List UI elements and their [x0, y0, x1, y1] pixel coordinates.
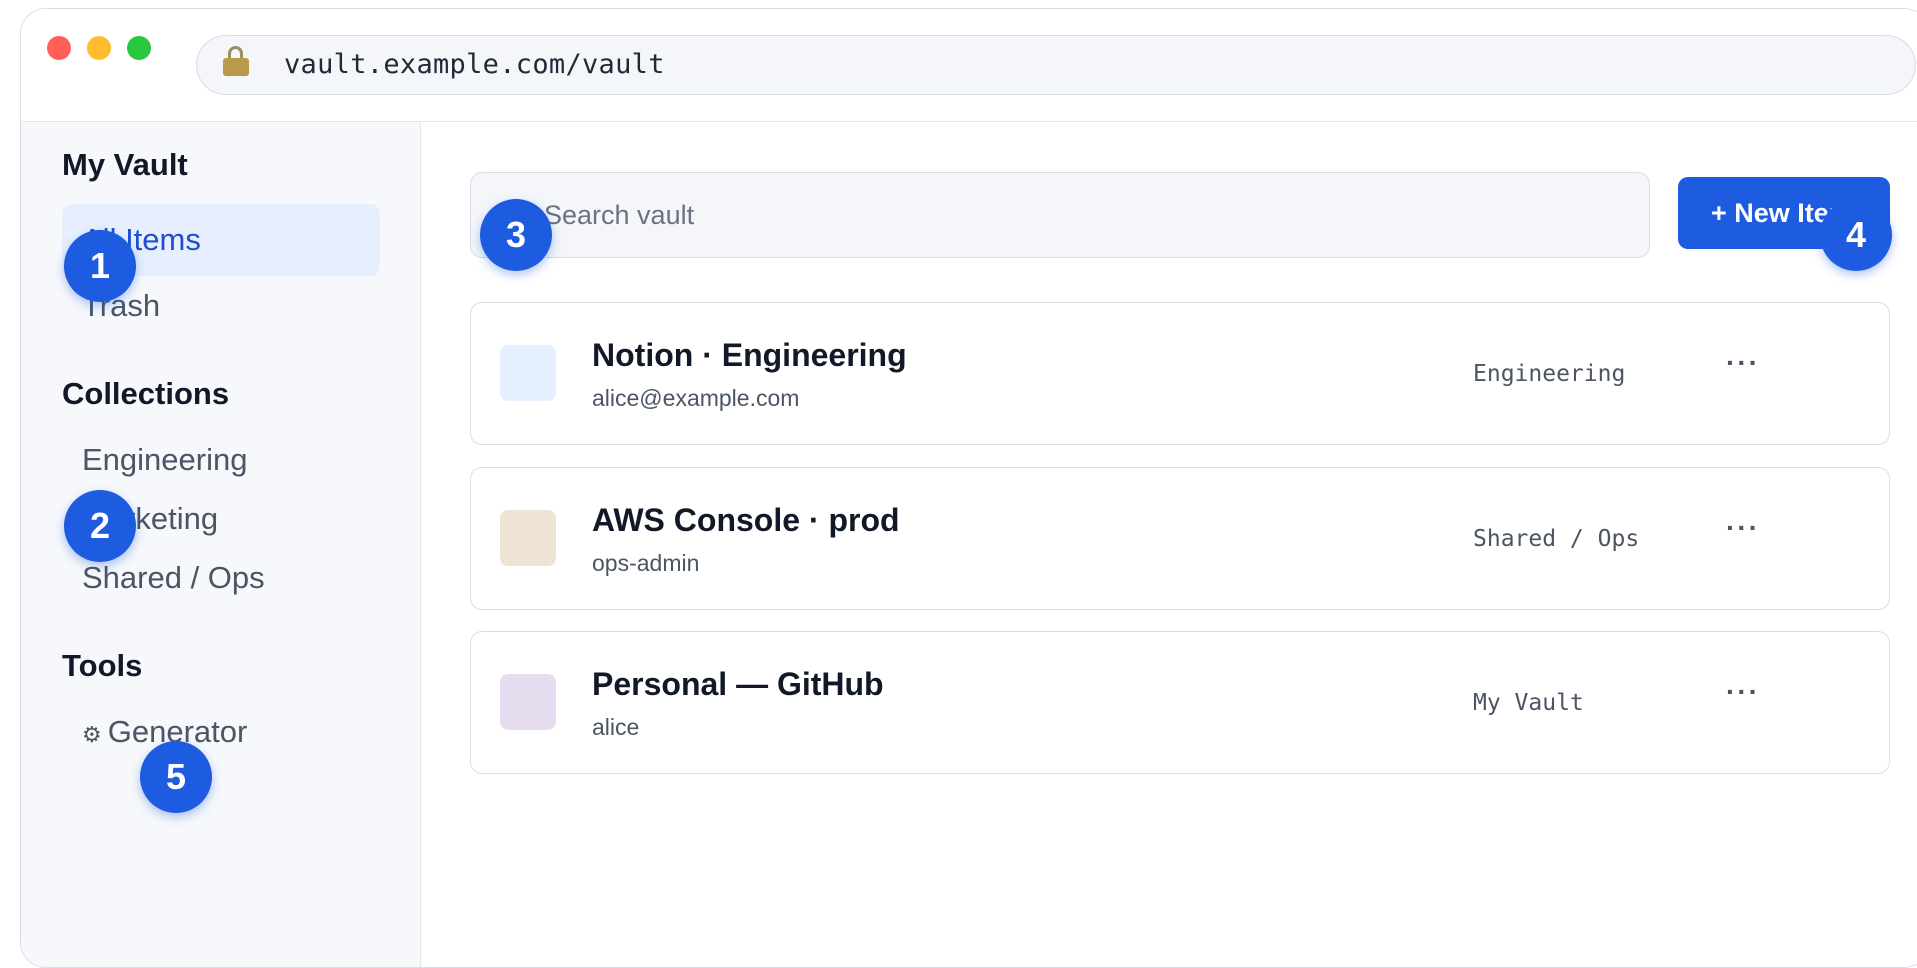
url-text: vault.example.com/vault: [284, 49, 665, 80]
browser-window: vault.example.com/vault My Vault All Ite…: [20, 8, 1917, 968]
section-title-tools: Tools: [62, 648, 143, 683]
annotation-badge-2: 2: [64, 490, 136, 562]
annotation-badge-5: 5: [140, 741, 212, 813]
browser-titlebar: vault.example.com/vault: [21, 9, 1917, 122]
lock-icon: [223, 46, 249, 76]
item-title: Notion · Engineering: [592, 337, 907, 373]
annotation-badge-1: 1: [64, 230, 136, 302]
item-collection: My Vault: [1473, 690, 1584, 716]
vault-item-row[interactable]: Notion · Engineering alice@example.com E…: [470, 302, 1890, 445]
more-options-icon[interactable]: ···: [1726, 676, 1760, 708]
item-subtitle: alice: [592, 714, 640, 740]
section-title-collections: Collections: [62, 376, 230, 411]
minimize-window-button[interactable]: [87, 36, 111, 60]
vault-item-row[interactable]: AWS Console · prod ops-admin Shared / Op…: [470, 467, 1890, 610]
item-subtitle: ops-admin: [592, 550, 700, 576]
item-icon: [500, 674, 556, 730]
main-content: Search vault + New Item Notion · Enginee…: [421, 122, 1917, 967]
item-icon: [500, 510, 556, 566]
item-collection: Engineering: [1473, 361, 1626, 387]
close-window-button[interactable]: [47, 36, 71, 60]
more-options-icon[interactable]: ···: [1726, 512, 1760, 544]
vault-item-row[interactable]: Personal — GitHub alice My Vault ···: [470, 631, 1890, 774]
item-subtitle: alice@example.com: [592, 385, 800, 411]
item-title: Personal — GitHub: [592, 666, 884, 702]
item-title: AWS Console · prod: [592, 502, 900, 538]
more-options-icon[interactable]: ···: [1726, 347, 1760, 379]
address-bar[interactable]: vault.example.com/vault: [196, 35, 1916, 95]
section-title-my-vault: My Vault: [62, 147, 188, 182]
gear-icon: ⚙: [82, 722, 102, 747]
item-collection: Shared / Ops: [1473, 526, 1640, 552]
sidebar-item-shared-ops[interactable]: Shared / Ops: [82, 560, 265, 596]
search-input[interactable]: Search vault: [470, 172, 1650, 258]
item-icon: [500, 345, 556, 401]
search-placeholder: Search vault: [544, 200, 695, 230]
annotation-badge-4: 4: [1820, 199, 1892, 271]
sidebar-item-engineering[interactable]: Engineering: [82, 442, 247, 478]
maximize-window-button[interactable]: [127, 36, 151, 60]
annotation-badge-3: 3: [480, 199, 552, 271]
